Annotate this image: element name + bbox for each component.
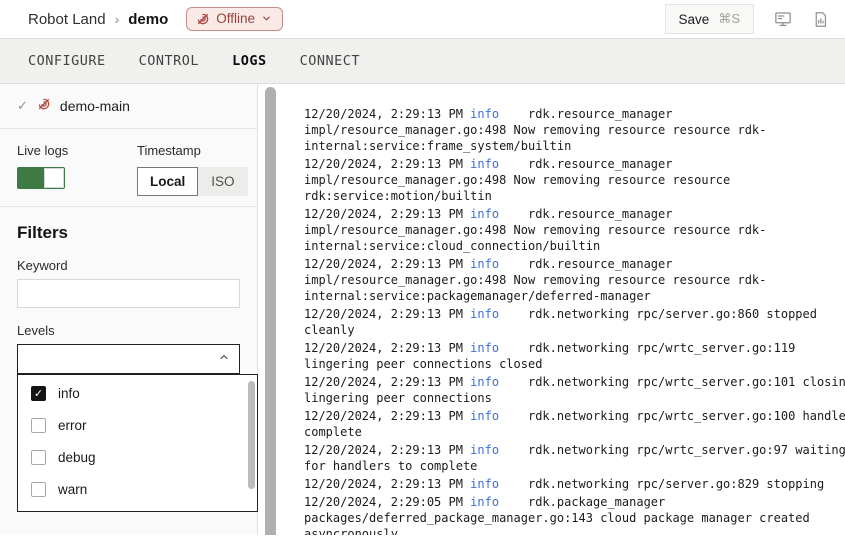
levels-select[interactable] [17,344,240,374]
log-timestamp: 12/20/2024, 2:29:13 PM [304,409,470,423]
level-option-warn[interactable]: warn [18,473,257,505]
dropdown-scrollbar[interactable] [248,381,255,489]
log-level: info [470,409,499,423]
header-actions: Save ⌘S [665,4,829,34]
log-timestamp: 12/20/2024, 2:29:13 PM [304,341,470,355]
log-timestamp: 12/20/2024, 2:29:13 PM [304,443,470,457]
log-message: rdk.networking rpc/server.go:829 stoppin… [499,477,824,491]
offline-icon [196,12,210,26]
level-option-label: info [58,386,80,401]
log-entry: 12/20/2024, 2:29:13 PM info rdk.networki… [304,476,845,492]
log-level: info [470,157,499,171]
log-entry: 12/20/2024, 2:29:13 PM info rdk.resource… [304,156,845,204]
monitor-icon[interactable] [774,10,792,28]
log-timestamp: 12/20/2024, 2:29:13 PM [304,257,470,271]
log-timestamp: 12/20/2024, 2:29:13 PM [304,477,470,491]
log-timestamp: 12/20/2024, 2:29:13 PM [304,157,470,171]
log-level: info [470,495,499,509]
level-option-label: debug [58,450,96,465]
toggle-knob [44,168,64,188]
offline-icon [37,97,51,116]
log-timestamp: 12/20/2024, 2:29:13 PM [304,107,470,121]
timestamp-label: Timestamp [137,143,248,158]
file-chart-icon[interactable] [812,11,829,28]
level-option-label: error [58,418,87,433]
log-entry: 12/20/2024, 2:29:13 PM info rdk.networki… [304,374,845,406]
chevron-down-icon [261,13,272,24]
status-badge-label: Offline [216,11,255,26]
logs-sidebar: ✓ demo-main Live logs Timestamp Local IS… [0,84,258,535]
tab-logs[interactable]: LOGS [232,53,267,69]
log-level: info [470,375,499,389]
log-timestamp: 12/20/2024, 2:29:13 PM [304,207,470,221]
log-level: info [470,257,499,271]
log-entry: 12/20/2024, 2:29:13 PM info rdk.resource… [304,106,845,154]
log-level: info [470,443,499,457]
log-timestamp: 12/20/2024, 2:29:05 PM [304,495,470,509]
logs-page: ✓ demo-main Live logs Timestamp Local IS… [0,84,845,535]
log-timestamp: 12/20/2024, 2:29:13 PM [304,375,470,389]
log-level: info [470,341,499,355]
level-option-label: warn [58,482,87,497]
live-logs-label: Live logs [17,143,137,158]
filters-title: Filters [17,223,240,243]
breadcrumb-org[interactable]: Robot Land [28,11,106,28]
tab-bar: CONFIGURE CONTROL LOGS CONNECT [0,38,845,84]
page-scrollbar-track [258,84,280,535]
log-list: 12/20/2024, 2:29:13 PM info rdk.resource… [304,106,845,535]
keyword-input[interactable] [17,279,240,308]
checkbox-checked[interactable]: ✓ [31,386,46,401]
log-entry: 12/20/2024, 2:29:13 PM info rdk.networki… [304,408,845,440]
log-entry: 12/20/2024, 2:29:13 PM info rdk.networki… [304,442,845,474]
checkbox[interactable] [31,450,46,465]
breadcrumb-separator: › [115,11,120,27]
live-logs-toggle[interactable] [17,167,65,189]
log-entry: 12/20/2024, 2:29:13 PM info rdk.networki… [304,340,845,372]
checkbox[interactable] [31,482,46,497]
log-entry: 12/20/2024, 2:29:13 PM info rdk.resource… [304,206,845,254]
levels-dropdown-list: ✓ info error debug warn [18,375,257,512]
levels-label: Levels [17,323,240,338]
breadcrumb-machine[interactable]: demo [128,11,168,28]
level-option[interactable] [18,505,257,512]
tab-connect[interactable]: CONNECT [300,53,360,69]
tab-configure[interactable]: CONFIGURE [28,53,106,69]
level-option-info[interactable]: ✓ info [18,377,257,409]
timestamp-option-local[interactable]: Local [137,167,198,196]
status-badge[interactable]: Offline [186,7,283,31]
breadcrumb: Robot Land › demo [28,11,168,28]
checkbox[interactable] [31,418,46,433]
log-entry: 12/20/2024, 2:29:13 PM info rdk.networki… [304,306,845,338]
level-option-error[interactable]: error [18,409,257,441]
top-header: Robot Land › demo Offline Save ⌘S [0,0,845,38]
keyword-label: Keyword [17,258,240,273]
timestamp-option-iso[interactable]: ISO [198,167,247,196]
log-controls: Live logs Timestamp Local ISO [0,129,257,207]
log-level: info [470,207,499,221]
page-scrollbar-thumb[interactable] [265,87,276,535]
log-entry: 12/20/2024, 2:29:13 PM info rdk.resource… [304,256,845,304]
log-entry: 12/20/2024, 2:29:05 PM info rdk.package_… [304,494,845,535]
log-level: info [470,307,499,321]
part-name: demo-main [60,98,130,114]
log-level: info [470,107,499,121]
check-icon: ✓ [17,98,28,114]
levels-dropdown: ✓ info error debug warn [17,374,258,512]
save-button[interactable]: Save ⌘S [665,4,754,34]
level-option-debug[interactable]: debug [18,441,257,473]
save-button-label: Save [679,12,710,27]
filters-section: Filters Keyword Levels [0,207,257,374]
log-timestamp: 12/20/2024, 2:29:13 PM [304,307,470,321]
log-level: info [470,477,499,491]
chevron-up-icon [218,350,230,368]
timestamp-segmented: Local ISO [137,167,248,196]
log-pane: 12/20/2024, 2:29:13 PM info rdk.resource… [280,84,845,535]
tab-control[interactable]: CONTROL [139,53,199,69]
save-shortcut: ⌘S [718,11,740,27]
part-row[interactable]: ✓ demo-main [0,84,257,129]
